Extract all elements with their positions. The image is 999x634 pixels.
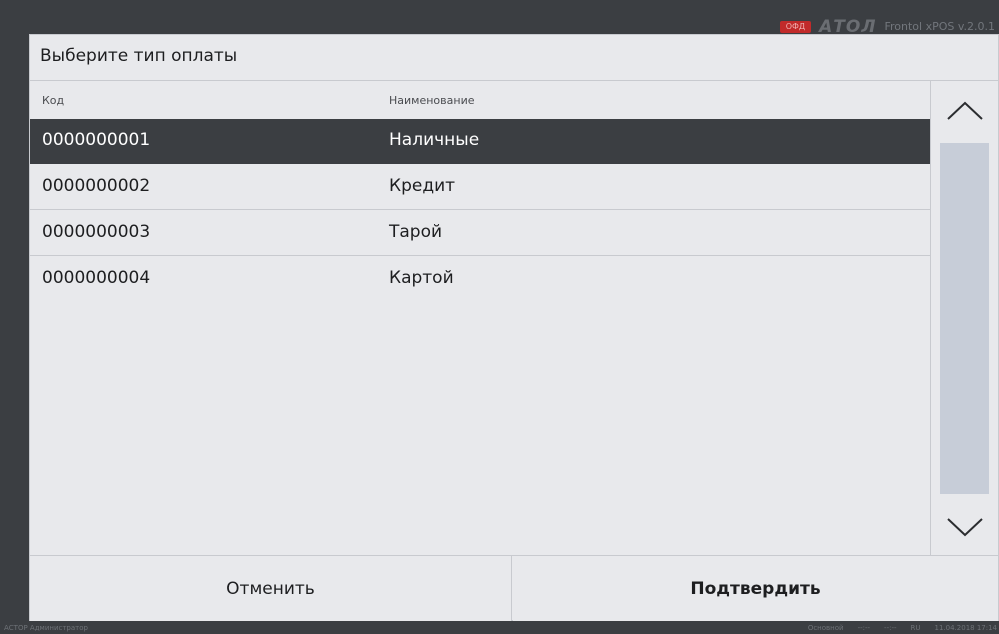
row-name: Кредит <box>389 176 456 196</box>
top-bar: ОФД АТОЛ Frontol xPOS v.2.0.1 <box>0 0 999 37</box>
row-code: 0000000004 <box>42 268 151 288</box>
column-header-name: Наименование <box>389 94 475 107</box>
row-code: 0000000002 <box>42 176 151 196</box>
brand: ОФД АТОЛ Frontol xPOS v.2.0.1 <box>779 17 995 37</box>
status-field: --:-- <box>884 624 897 632</box>
payment-type-table: Код Наименование 0000000001 Наличные 000… <box>30 81 930 555</box>
app-version: Frontol xPOS v.2.0.1 <box>884 20 995 33</box>
row-code: 0000000001 <box>42 130 151 150</box>
table-row[interactable]: 0000000004 Картой <box>30 257 930 302</box>
operator-label: АСТОР Администратор <box>4 624 88 632</box>
cancel-button[interactable]: Отменить <box>30 556 512 621</box>
status-fields: Основной --:-- --:-- RU 11.04.2018 17:14 <box>808 622 997 634</box>
table-row[interactable]: 0000000002 Кредит <box>30 165 930 210</box>
mode-label: Основной <box>807 624 844 632</box>
dialog-title: Выберите тип оплаты <box>40 46 238 66</box>
datetime: 11.04.2018 17:14 <box>934 624 997 632</box>
scrollbar[interactable] <box>931 81 999 555</box>
status-bar: АСТОР Администратор Основной --:-- --:--… <box>0 622 999 634</box>
column-header-code: Код <box>42 94 65 107</box>
scroll-thumb[interactable] <box>940 143 989 494</box>
status-field: --:-- <box>857 624 871 632</box>
table-header: Код Наименование <box>30 81 930 119</box>
atol-logo: АТОЛ <box>819 17 877 37</box>
language-indicator: RU <box>910 624 921 632</box>
table-row[interactable]: 0000000001 Наличные <box>30 119 930 164</box>
table-row[interactable]: 0000000003 Тарой <box>30 211 930 256</box>
row-name: Тарой <box>389 222 443 242</box>
chevron-down-icon <box>947 518 983 537</box>
scroll-up-button[interactable] <box>931 81 999 137</box>
row-name: Картой <box>389 268 454 288</box>
scroll-down-button[interactable] <box>931 499 999 555</box>
confirm-button[interactable]: Подтвердить <box>513 556 998 621</box>
row-code: 0000000003 <box>42 222 151 242</box>
chevron-up-icon <box>947 101 983 120</box>
ofd-badge: ОФД <box>779 21 812 33</box>
row-name: Наличные <box>389 130 480 150</box>
payment-type-dialog: Выберите тип оплаты Код Наименование 000… <box>29 34 999 621</box>
